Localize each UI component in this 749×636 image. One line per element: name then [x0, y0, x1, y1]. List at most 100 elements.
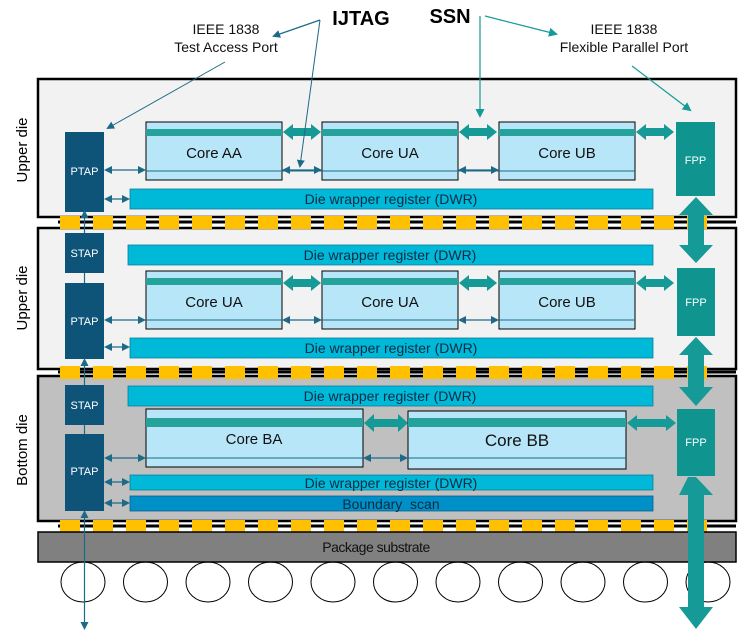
solder-ball: [623, 561, 668, 603]
die-label-upper-2: Upper die: [14, 265, 31, 330]
dwr-bottom-die2-label: Die wrapper register (DWR): [305, 340, 478, 356]
solder-ball: [560, 561, 606, 603]
micro-bump: [357, 216, 377, 229]
micro-bump: [390, 366, 410, 379]
micro-bump: [192, 520, 212, 533]
tap-annotation-line2: Test Access Port: [174, 39, 278, 55]
micro-bump: [159, 216, 179, 229]
core-ub-die1-label: Core UB: [538, 145, 596, 162]
fpp-annotation-line1: IEEE 1838: [591, 21, 658, 37]
die-label-bottom: Bottom die: [14, 414, 31, 486]
micro-bump: [522, 366, 542, 379]
micro-bump: [654, 216, 674, 229]
micro-bump: [357, 520, 377, 533]
micro-bump: [225, 216, 245, 229]
micro-bump: [324, 366, 344, 379]
fpp-annotation-line2: Flexible Parallel Port: [560, 39, 688, 55]
dwr-bottom-die1-label: Die wrapper register (DWR): [305, 191, 478, 207]
micro-bump: [423, 216, 443, 229]
micro-bump: [489, 216, 509, 229]
micro-bump: [258, 520, 278, 533]
solder-ball: [498, 561, 543, 603]
ptap-label-die2: PTAP: [71, 316, 99, 328]
core-bb-die3-label: Core BB: [485, 431, 549, 450]
ptap-label-die1: PTAP: [71, 166, 99, 178]
ijtag-title: IJTAG: [332, 8, 389, 30]
micro-bump: [456, 216, 476, 229]
package-substrate-label: Package substrate: [322, 539, 430, 555]
micro-bump: [225, 520, 245, 533]
micro-bump: [159, 366, 179, 379]
micro-bump: [621, 216, 641, 229]
micro-bump: [258, 216, 278, 229]
ijtag-to-tap-arrow: [272, 19, 321, 38]
solder-ball: [373, 561, 418, 603]
fpp-label-die1: FPP: [685, 155, 706, 167]
core-ua-die1-wrapper-bar: [322, 129, 458, 136]
micro-bump: [60, 366, 80, 379]
micro-bump: [489, 520, 509, 533]
core-ua-die2-a-wrapper-bar: [146, 278, 282, 285]
micro-bump: [555, 216, 575, 229]
micro-bump: [126, 216, 146, 229]
micro-bump: [192, 216, 212, 229]
solder-ball: [310, 561, 356, 603]
micro-bump: [555, 520, 575, 533]
dwr-top-die3-label: Die wrapper register (DWR): [304, 388, 477, 404]
solder-ball: [185, 561, 231, 603]
micro-bump: [60, 520, 80, 533]
micro-bump: [588, 366, 608, 379]
micro-bump: [423, 366, 443, 379]
micro-bump: [522, 216, 542, 229]
micro-bump: [456, 520, 476, 533]
solder-ball: [435, 561, 481, 603]
micro-bump: [291, 366, 311, 379]
core-ua-die2-b-label: Core UA: [361, 294, 419, 311]
micro-bump: [357, 366, 377, 379]
ptap-label-die3: PTAP: [71, 466, 99, 478]
core-aa-die1-label: Core AA: [186, 145, 242, 162]
micro-bump: [291, 216, 311, 229]
micro-bump: [390, 520, 410, 533]
dwr-bottom-die3-label: Die wrapper register (DWR): [305, 475, 478, 491]
boundary-scan-label: Boundary scan: [342, 496, 439, 512]
core-ub-die2-label: Core UB: [538, 294, 596, 311]
micro-bump: [60, 216, 80, 229]
micro-bump: [489, 366, 509, 379]
core-aa-die1-wrapper-bar: [146, 129, 282, 136]
core-ub-die1-wrapper-bar: [499, 129, 635, 136]
ssn-title: SSN: [429, 6, 470, 28]
fpp-label-die2: FPP: [685, 297, 706, 309]
die-label-upper-1: Upper die: [14, 117, 31, 182]
micro-bump: [522, 520, 542, 533]
micro-bump: [621, 520, 641, 533]
micro-bump: [291, 520, 311, 533]
micro-bump: [390, 216, 410, 229]
micro-bump: [93, 216, 113, 229]
core-ua-die2-b-wrapper-bar: [322, 278, 458, 285]
micro-bump: [126, 366, 146, 379]
3d-ic-test-architecture-diagram: Upper die Upper die Bottom die Package s…: [14, 6, 738, 630]
micro-bump: [588, 520, 608, 533]
micro-bump: [93, 520, 113, 533]
micro-bump: [654, 366, 674, 379]
core-ub-die2-wrapper-bar: [499, 278, 635, 285]
core-bb-die3-wrapper-bar: [408, 418, 626, 427]
stap-label-die3: STAP: [71, 400, 99, 412]
micro-bump: [258, 366, 278, 379]
solder-ball: [60, 561, 106, 603]
core-ba-die3-label: Core BA: [226, 431, 283, 448]
micro-bump: [588, 216, 608, 229]
stap-label-die2: STAP: [71, 248, 99, 260]
fpp-label-die3: FPP: [685, 437, 706, 449]
micro-bump: [225, 366, 245, 379]
core-ua-die1-label: Core UA: [361, 145, 419, 162]
solder-ball: [248, 561, 293, 603]
micro-bump: [654, 520, 674, 533]
micro-bump: [192, 366, 212, 379]
ssn-to-fpp-annotation-arrow: [484, 15, 558, 37]
micro-bump: [93, 366, 113, 379]
micro-bump: [621, 366, 641, 379]
micro-bump: [324, 520, 344, 533]
micro-bump: [555, 366, 575, 379]
